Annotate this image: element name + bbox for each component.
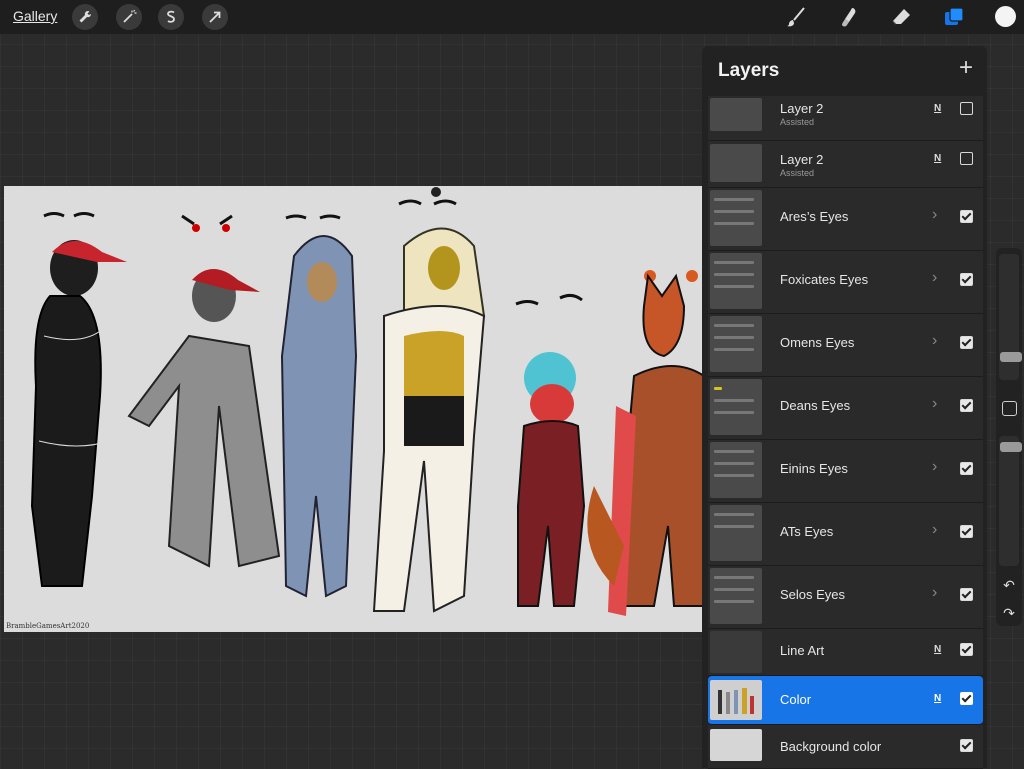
wrench-icon[interactable] bbox=[72, 4, 98, 30]
top-toolbar: Gallery bbox=[0, 0, 1024, 34]
group-thumbnail bbox=[710, 442, 762, 498]
character-ares bbox=[30, 212, 127, 587]
layer-group-row[interactable]: Omens Eyes › bbox=[708, 314, 983, 377]
visibility-checkbox[interactable] bbox=[960, 692, 973, 705]
visibility-checkbox[interactable] bbox=[960, 643, 973, 656]
visibility-checkbox[interactable] bbox=[960, 336, 973, 349]
visibility-checkbox[interactable] bbox=[960, 273, 973, 286]
group-thumbnail bbox=[710, 505, 762, 561]
layer-name: ATs Eyes bbox=[780, 524, 834, 539]
visibility-checkbox[interactable] bbox=[960, 739, 973, 752]
drawing-canvas[interactable]: BrambleGamesArt2020 bbox=[4, 186, 702, 632]
visibility-checkbox[interactable] bbox=[960, 399, 973, 412]
layer-name: Selos Eyes bbox=[780, 587, 846, 602]
artist-signature: BrambleGamesArt2020 bbox=[6, 622, 90, 630]
group-thumbnail bbox=[710, 568, 762, 624]
chevron-right-icon[interactable]: › bbox=[932, 584, 937, 602]
brush-icon[interactable] bbox=[784, 5, 808, 29]
character-foxicates bbox=[127, 214, 281, 568]
layer-row[interactable]: Layer 2 Assisted N bbox=[708, 96, 983, 141]
layer-row[interactable]: Background color bbox=[708, 725, 983, 769]
gallery-button[interactable]: Gallery bbox=[13, 8, 57, 24]
layer-name: Color bbox=[780, 692, 812, 707]
blend-mode-button[interactable]: N bbox=[934, 693, 941, 704]
layer-thumbnail bbox=[710, 144, 762, 182]
redo-icon[interactable]: ↷ bbox=[1001, 606, 1017, 620]
undo-icon[interactable]: ↶ bbox=[1001, 578, 1017, 592]
visibility-checkbox[interactable] bbox=[960, 152, 973, 165]
layer-thumbnail bbox=[710, 98, 762, 131]
visibility-checkbox[interactable] bbox=[960, 588, 973, 601]
layer-group-row[interactable]: ATs Eyes › bbox=[708, 503, 983, 566]
layer-subtitle: Assisted bbox=[780, 168, 815, 178]
layers-panel: Layers + Layer 2 Assisted N Layer 2 Assi… bbox=[702, 46, 987, 769]
opacity-knob[interactable] bbox=[1000, 442, 1022, 452]
chevron-right-icon[interactable]: › bbox=[932, 521, 937, 539]
brush-size-slider[interactable] bbox=[999, 254, 1022, 380]
layer-name: Deans Eyes bbox=[780, 398, 851, 413]
layer-name: Layer 2 bbox=[780, 152, 824, 167]
character-omen bbox=[280, 214, 358, 598]
chevron-right-icon[interactable]: › bbox=[932, 332, 937, 350]
layer-group-row[interactable]: Foxicates Eyes › bbox=[708, 251, 983, 314]
layer-name: Ares’s Eyes bbox=[780, 209, 849, 224]
layer-group-row[interactable]: Deans Eyes › bbox=[708, 377, 983, 440]
character-dean bbox=[372, 187, 486, 613]
layer-group-row[interactable]: Einins Eyes › bbox=[708, 440, 983, 503]
visibility-checkbox[interactable] bbox=[960, 525, 973, 538]
panel-title: Layers bbox=[718, 60, 780, 81]
group-thumbnail bbox=[710, 316, 762, 372]
character-at bbox=[587, 270, 702, 616]
layer-row-selected[interactable]: Color N bbox=[708, 676, 983, 725]
blend-mode-button[interactable]: N bbox=[934, 103, 941, 114]
layer-thumbnail bbox=[710, 680, 762, 720]
layer-name: Einins Eyes bbox=[780, 461, 848, 476]
transform-arrow-icon[interactable] bbox=[202, 4, 228, 30]
visibility-checkbox[interactable] bbox=[960, 102, 973, 115]
add-layer-icon[interactable]: + bbox=[959, 56, 973, 80]
layer-name: Background color bbox=[780, 739, 882, 754]
group-thumbnail bbox=[710, 190, 762, 246]
layer-name: Foxicates Eyes bbox=[780, 272, 869, 287]
layer-group-row[interactable]: Ares’s Eyes › bbox=[708, 188, 983, 251]
character-lineup-artwork bbox=[30, 187, 702, 616]
smudge-icon[interactable] bbox=[836, 5, 860, 29]
blend-mode-button[interactable]: N bbox=[934, 644, 941, 655]
layer-thumbnail bbox=[710, 729, 762, 761]
color-swatch[interactable] bbox=[995, 6, 1016, 27]
group-thumbnail bbox=[710, 253, 762, 309]
side-slider-bar: ↶ ↷ bbox=[996, 248, 1022, 626]
layer-name: Layer 2 bbox=[780, 101, 824, 116]
opacity-slider[interactable] bbox=[999, 436, 1022, 566]
magic-wand-icon[interactable] bbox=[116, 4, 142, 30]
visibility-checkbox[interactable] bbox=[960, 462, 973, 475]
brush-size-knob[interactable] bbox=[1000, 352, 1022, 362]
chevron-right-icon[interactable]: › bbox=[932, 395, 937, 413]
layers-icon[interactable] bbox=[942, 5, 966, 29]
group-thumbnail bbox=[710, 379, 762, 435]
modify-button[interactable] bbox=[1002, 401, 1017, 416]
layer-subtitle: Assisted bbox=[780, 117, 815, 127]
blend-mode-button[interactable]: N bbox=[934, 153, 941, 164]
selection-s-icon[interactable] bbox=[158, 4, 184, 30]
eraser-icon[interactable] bbox=[889, 5, 913, 29]
layer-group-row[interactable]: Selos Eyes › bbox=[708, 566, 983, 629]
chevron-right-icon[interactable]: › bbox=[932, 269, 937, 287]
layer-thumbnail bbox=[710, 631, 762, 673]
chevron-right-icon[interactable]: › bbox=[932, 206, 937, 224]
visibility-checkbox[interactable] bbox=[960, 210, 973, 223]
layer-row[interactable]: Line Art N bbox=[708, 629, 983, 676]
character-einin bbox=[515, 293, 586, 607]
chevron-right-icon[interactable]: › bbox=[932, 458, 937, 476]
layer-name: Omens Eyes bbox=[780, 335, 855, 350]
layer-row[interactable]: Layer 2 Assisted N bbox=[708, 141, 983, 188]
layer-name: Line Art bbox=[780, 643, 825, 658]
